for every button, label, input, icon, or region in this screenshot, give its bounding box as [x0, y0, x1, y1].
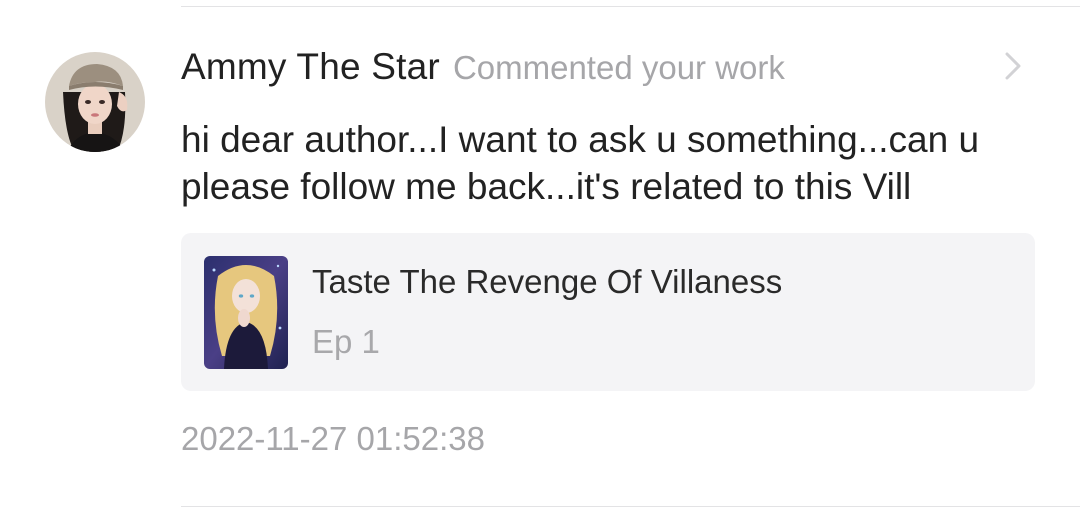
action-text: Commented your work: [452, 49, 785, 86]
avatar-portrait-image: [45, 52, 145, 152]
timestamp: 2022-11-27 01:52:38: [181, 420, 485, 457]
bottom-divider: [181, 506, 1080, 507]
user-avatar[interactable]: [45, 52, 145, 152]
top-divider: [181, 6, 1080, 7]
username[interactable]: Ammy The Star: [181, 46, 440, 88]
chevron-right-icon[interactable]: [1001, 52, 1025, 80]
work-episode: Ep 1: [312, 323, 380, 360]
notification-header: Ammy The Star Commented your work: [181, 46, 785, 94]
work-title: Taste The Revenge Of Villaness: [312, 263, 783, 300]
book-cover-image: [204, 256, 288, 369]
work-card[interactable]: Taste The Revenge Of Villaness Ep 1: [181, 233, 1035, 391]
comment-text: hi dear author...I want to ask u somethi…: [181, 119, 980, 207]
